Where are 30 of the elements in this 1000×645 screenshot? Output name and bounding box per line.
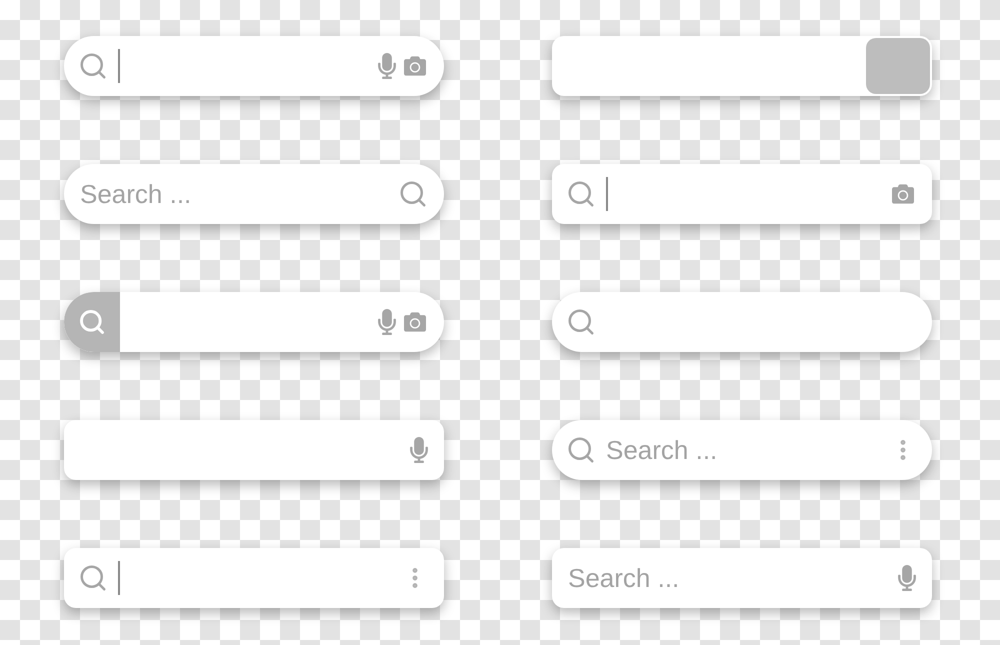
search-bar[interactable] [64,292,444,352]
camera-icon[interactable] [890,183,916,205]
camera-icon[interactable] [402,311,428,333]
microphone-icon[interactable] [378,53,396,79]
text-cursor [118,49,120,83]
search-icon[interactable] [566,435,596,465]
search-icon[interactable] [566,179,596,209]
search-icon[interactable] [78,563,108,593]
search-button[interactable] [64,292,120,352]
search-bar[interactable] [552,164,932,224]
search-icon [78,308,106,336]
submit-button[interactable] [866,38,930,94]
search-bar[interactable]: Search ... [552,548,932,608]
text-cursor [118,561,120,595]
search-bar[interactable]: Search ... [64,164,444,224]
placeholder-text: Search ... [606,434,718,466]
search-bar[interactable]: Search ... [552,420,932,480]
microphone-icon[interactable] [410,437,428,463]
microphone-icon[interactable] [378,309,396,335]
search-icon[interactable] [566,307,596,337]
search-bar[interactable] [552,292,932,352]
placeholder-text: Search ... [568,562,680,594]
search-icon[interactable] [78,51,108,81]
text-cursor [606,177,608,211]
camera-icon[interactable] [402,55,428,77]
microphone-icon[interactable] [898,565,916,591]
search-bar[interactable] [64,36,444,96]
search-bar[interactable] [552,36,932,96]
search-icon[interactable] [398,179,428,209]
placeholder-text: Search ... [80,178,192,210]
